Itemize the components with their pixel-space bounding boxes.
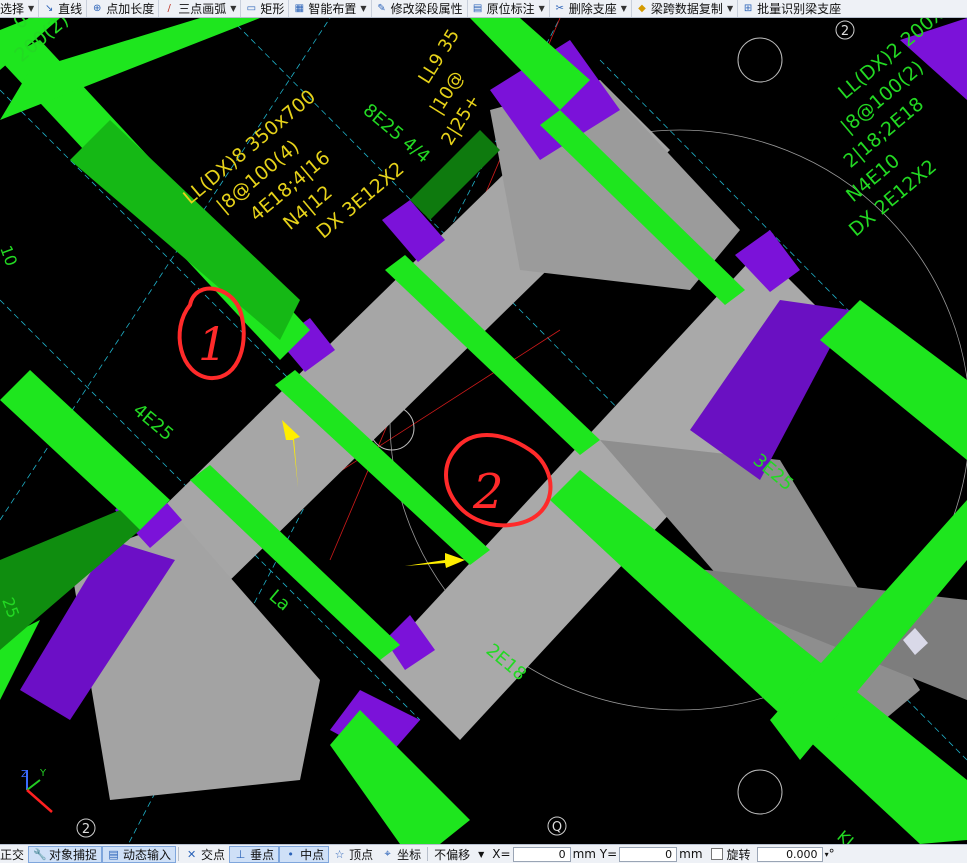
chevron-down-icon[interactable]: ▼ xyxy=(727,4,733,13)
svg-text:Y: Y xyxy=(39,768,47,779)
offset-mode-select[interactable]: 不偏移 ▼ xyxy=(430,845,488,863)
smart-layout-icon: ▦ xyxy=(294,2,305,14)
rectangle-icon: ▭ xyxy=(246,2,257,14)
object-snap-toggle[interactable]: 🔧 对象捕捉 xyxy=(28,845,103,863)
coordinate-icon: ⌖ xyxy=(384,847,391,860)
edit-beam-tool[interactable]: ✎ 修改梁段属性 xyxy=(372,0,468,17)
arc-icon: / xyxy=(167,2,171,14)
copy-span-tool[interactable]: ◆ 梁跨数据复制 ▼ xyxy=(632,0,739,17)
status-bar: 正交 🔧 对象捕捉 ▤ 动态输入 ✕ 交点 ⊥ 垂点 • 中点 ☆ 顶点 ⌖ 坐标 不偏移 ▼ … xyxy=(0,844,967,863)
delete-support-icon: ✂ xyxy=(555,2,564,14)
y-input[interactable]: 0 xyxy=(619,846,678,862)
cad-viewport[interactable]: LL(DX)8 350x700 |8@100(4) 4E18;4|16 N4|1… xyxy=(0,18,967,844)
chevron-down-icon[interactable]: ▼ xyxy=(28,4,34,13)
intersection-icon: ✕ xyxy=(186,847,197,861)
rotate-checkbox[interactable] xyxy=(710,848,723,860)
ortho-toggle[interactable]: 正交 xyxy=(0,845,28,863)
dynamic-input-icon: ▤ xyxy=(108,847,119,861)
midpoint-icon: • xyxy=(287,847,294,861)
annotate-tool[interactable]: ▤ 原位标注 ▼ xyxy=(468,0,550,17)
divider xyxy=(427,847,429,861)
coordinate-inputs: X= 0 mm Y= 0 mm xyxy=(492,846,703,862)
perpendicular-icon: ⊥ xyxy=(235,847,246,861)
axis-label: Q xyxy=(552,820,562,835)
select-label: 选择 xyxy=(0,2,25,16)
divider xyxy=(178,847,180,861)
point-length-tool[interactable]: ⊕ 点加长度 xyxy=(87,0,160,17)
line-icon: ↘ xyxy=(44,2,54,14)
dynamic-input-toggle[interactable]: ▤ 动态输入 xyxy=(102,845,177,863)
annotate-icon: ▤ xyxy=(472,2,483,14)
snap-icon: 🔧 xyxy=(33,847,47,861)
edit-beam-icon: ✎ xyxy=(377,2,386,14)
batch-identify-tool[interactable]: ⊞ 批量识别梁支座 xyxy=(738,0,845,17)
perpendicular-snap[interactable]: ⊥ 垂点 xyxy=(229,845,280,863)
handwritten-label-2: 2 xyxy=(472,464,504,520)
copy-span-icon: ◆ xyxy=(638,2,646,14)
arc-tool[interactable]: / 三点画弧 ▼ xyxy=(159,0,242,17)
vertex-icon: ☆ xyxy=(334,847,345,861)
chevron-down-icon[interactable]: ▼ xyxy=(478,850,484,859)
midpoint-snap[interactable]: • 中点 xyxy=(279,845,330,863)
intersection-snap[interactable]: ✕ 交点 xyxy=(181,845,229,863)
chevron-down-icon[interactable]: ▼ xyxy=(360,4,366,13)
delete-support-tool[interactable]: ✂ 删除支座 ▼ xyxy=(550,0,632,17)
smart-layout-tool[interactable]: ▦ 智能布置 ▼ xyxy=(289,0,372,17)
chevron-down-icon[interactable]: ▼ xyxy=(230,4,236,13)
x-input[interactable]: 0 xyxy=(512,846,571,862)
rotate-input[interactable]: 0.000 xyxy=(756,846,823,862)
axis-label: 2 xyxy=(841,24,849,39)
svg-text:Z: Z xyxy=(21,769,28,780)
select-tool[interactable]: 选择 ▼ xyxy=(0,0,40,17)
coordinate-snap[interactable]: ⌖ 坐标 xyxy=(377,845,425,863)
vertex-snap[interactable]: ☆ 顶点 xyxy=(329,845,377,863)
drawing-canvas[interactable]: LL(DX)8 350x700 |8@100(4) 4E18;4|16 N4|1… xyxy=(0,18,967,844)
chevron-down-icon[interactable]: ▼ xyxy=(539,4,545,13)
point-length-icon: ⊕ xyxy=(92,2,102,14)
chevron-down-icon[interactable]: ▼ xyxy=(621,4,627,13)
line-tool[interactable]: ↘ 直线 xyxy=(39,0,88,17)
handwritten-label-1: 1 xyxy=(198,317,227,371)
drawing-toolbar: 选择 ▼ ↘ 直线 ⊕ 点加长度 / 三点画弧 ▼ ▭ 矩形 ▦ 智能布置 ▼ ✎ 修改梁段属性 … xyxy=(0,0,967,18)
rectangle-tool[interactable]: ▭ 矩形 xyxy=(241,0,290,17)
batch-identify-icon: ⊞ xyxy=(743,2,753,14)
axis-label: 2 xyxy=(82,822,90,837)
rotate-control: 旋转 0.000 ▾ ° xyxy=(707,845,839,863)
